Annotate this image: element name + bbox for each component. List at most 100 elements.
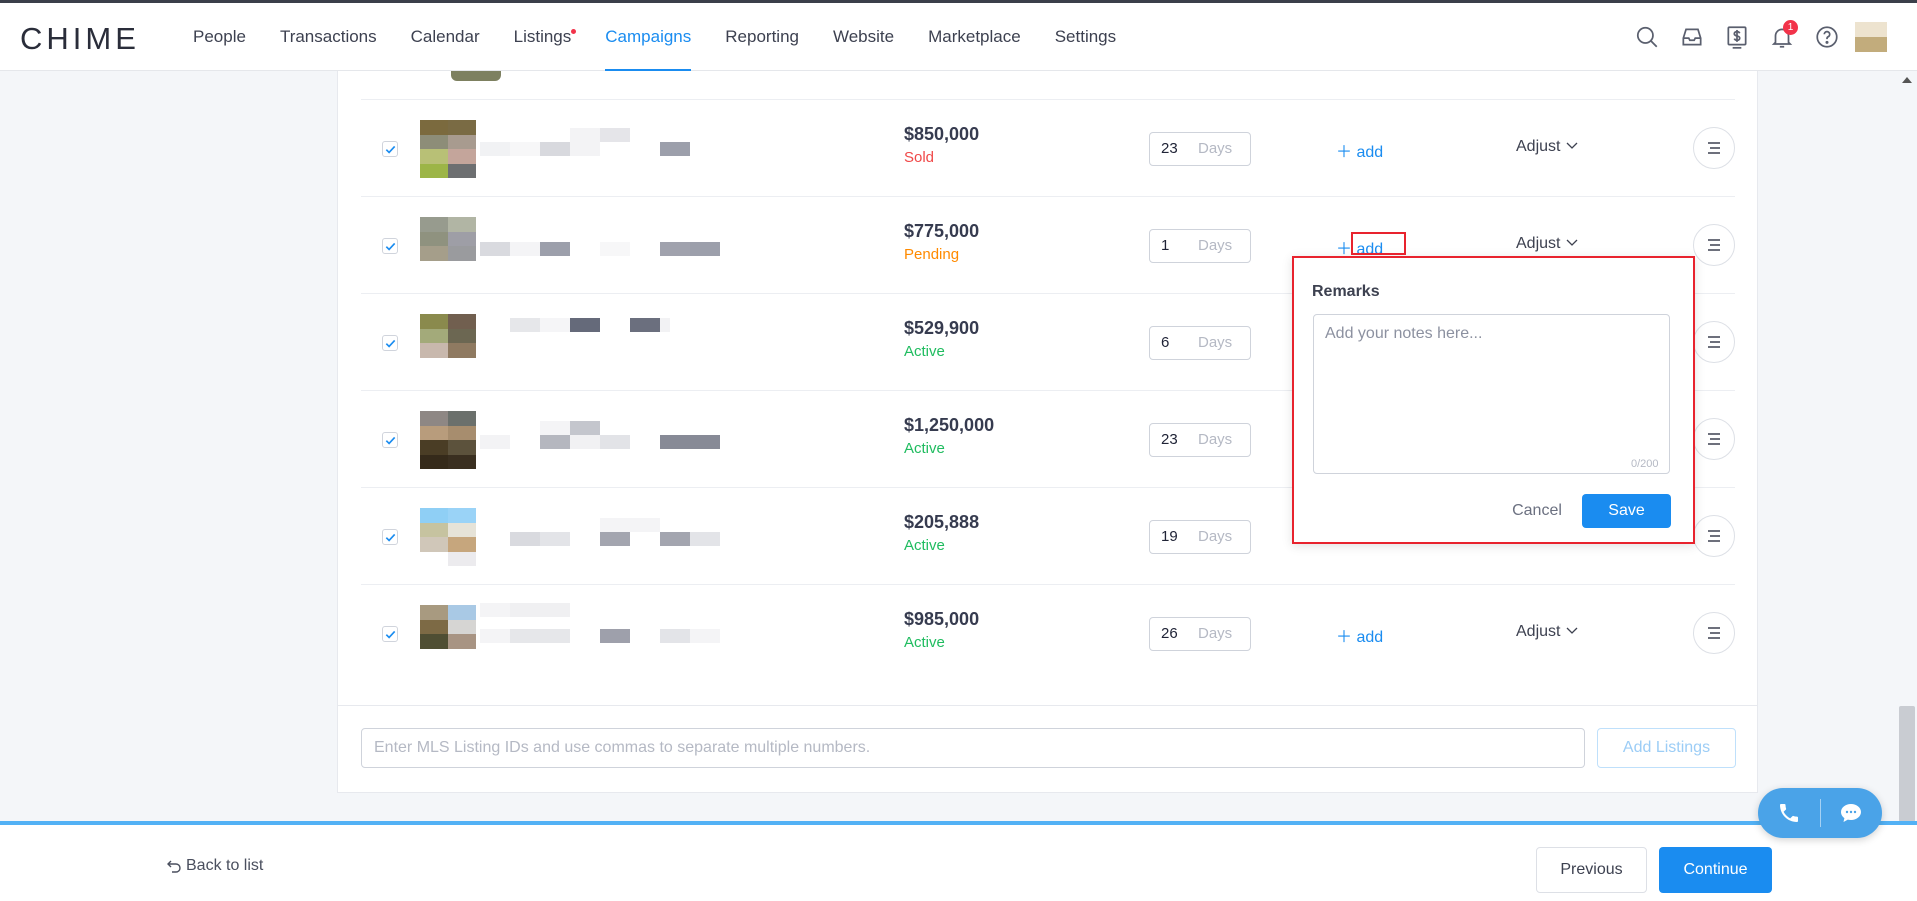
days-unit: Days: [1198, 334, 1233, 351]
listing-status: Pending: [904, 246, 960, 263]
bottom-action-bar: Back to list Previous Continue: [0, 821, 1917, 901]
days-value: 1: [1161, 237, 1170, 254]
top-right-toolbar: 1: [1624, 3, 1917, 71]
cancel-button[interactable]: Cancel: [1497, 494, 1577, 528]
days-input[interactable]: 26 Days: [1149, 617, 1251, 651]
help-icon[interactable]: [1804, 3, 1849, 71]
nav-website[interactable]: Website: [816, 3, 911, 71]
undo-arrow-icon: [167, 860, 181, 873]
chime-logo[interactable]: CHIME: [20, 21, 140, 57]
phone-icon[interactable]: [1758, 788, 1820, 838]
listing-checkbox[interactable]: [382, 529, 398, 545]
contact-widget: [1758, 788, 1882, 838]
adjust-dropdown[interactable]: Adjust: [1516, 138, 1579, 156]
adjust-dropdown[interactable]: Adjust: [1516, 235, 1579, 253]
days-value: 6: [1161, 334, 1170, 351]
continue-button[interactable]: Continue: [1659, 847, 1772, 893]
main-nav: People Transactions Calendar Listings Ca…: [176, 3, 1133, 71]
listing-status: Active: [904, 343, 945, 360]
menu-lines-icon: [1708, 530, 1720, 542]
listing-status: Sold: [904, 149, 935, 166]
save-button[interactable]: Save: [1582, 494, 1671, 528]
listing-price: $775,000: [904, 221, 980, 241]
row-menu-button[interactable]: [1693, 224, 1735, 266]
listing-price: $1,250,000: [904, 415, 995, 435]
adjust-label: Adjust: [1516, 235, 1561, 252]
listing-status: Active: [904, 440, 945, 457]
listing-checkbox[interactable]: [382, 238, 398, 254]
add-label: add: [1356, 629, 1384, 646]
nav-settings[interactable]: Settings: [1038, 3, 1133, 71]
days-unit: Days: [1198, 528, 1233, 545]
mls-listing-ids-input[interactable]: [361, 728, 1585, 768]
listing-photo: [420, 217, 476, 275]
listing-checkbox[interactable]: [382, 626, 398, 642]
remarks-textarea[interactable]: [1313, 314, 1670, 474]
add-label: add: [1356, 144, 1384, 161]
mls-entry-section: Add Listings: [338, 705, 1757, 793]
row-menu-button[interactable]: [1693, 127, 1735, 169]
listing-address-blurred: [480, 128, 630, 142]
adjust-dropdown[interactable]: Adjust: [1516, 623, 1579, 641]
row-menu-button[interactable]: [1693, 515, 1735, 557]
add-remark-link[interactable]: ＋ add: [1336, 138, 1383, 162]
days-input[interactable]: 23 Days: [1149, 423, 1251, 457]
listing-photo: [420, 605, 476, 663]
days-input[interactable]: 1 Days: [1149, 229, 1251, 263]
adjust-label: Adjust: [1516, 623, 1561, 640]
scroll-up-arrow-icon[interactable]: [1902, 77, 1912, 83]
menu-lines-icon: [1708, 433, 1720, 445]
user-avatar[interactable]: [1855, 22, 1887, 52]
nav-reporting[interactable]: Reporting: [708, 3, 816, 71]
listing-address-blurred: [480, 629, 720, 643]
notification-count-badge: 1: [1783, 20, 1798, 35]
chat-bubble-icon[interactable]: [1820, 788, 1882, 838]
listing-price: $529,900: [904, 318, 980, 338]
add-remark-link[interactable]: ＋ add: [1336, 623, 1383, 647]
chevron-down-icon: [1566, 627, 1578, 634]
listing-status: Active: [904, 634, 945, 651]
nav-people[interactable]: People: [176, 3, 263, 71]
add-listings-button[interactable]: Add Listings: [1597, 728, 1736, 768]
days-input[interactable]: 6 Days: [1149, 326, 1251, 360]
days-unit: Days: [1198, 237, 1233, 254]
page-scrollbar[interactable]: [1897, 71, 1917, 822]
nav-campaigns[interactable]: Campaigns: [588, 3, 708, 71]
nav-transactions[interactable]: Transactions: [263, 3, 394, 71]
listing-photo: [420, 314, 476, 372]
row-menu-button[interactable]: [1693, 321, 1735, 363]
billing-dollar-icon[interactable]: [1714, 3, 1759, 71]
row-menu-button[interactable]: [1693, 418, 1735, 460]
search-icon[interactable]: [1624, 3, 1669, 71]
chevron-down-icon: [1566, 142, 1578, 149]
listing-price: $850,000: [904, 124, 980, 144]
scrollbar-thumb[interactable]: [1899, 706, 1915, 822]
chevron-down-icon: [1566, 239, 1578, 246]
nav-calendar[interactable]: Calendar: [394, 3, 497, 71]
previous-button[interactable]: Previous: [1536, 847, 1647, 893]
days-input[interactable]: 19 Days: [1149, 520, 1251, 554]
listing-address-blurred: [480, 142, 690, 156]
listing-photo: [420, 508, 476, 566]
listing-price: $205,888: [904, 512, 980, 532]
listing-address-blurred: [480, 318, 670, 332]
listing-price: $985,000: [904, 609, 980, 629]
nav-listings[interactable]: Listings: [497, 3, 589, 71]
inbox-icon[interactable]: [1669, 3, 1714, 71]
listing-address-blurred: [480, 435, 720, 449]
remarks-title: Remarks: [1312, 283, 1380, 300]
listing-checkbox[interactable]: [382, 432, 398, 448]
days-unit: Days: [1198, 140, 1233, 157]
listing-checkbox[interactable]: [382, 335, 398, 351]
notification-bell-icon[interactable]: 1: [1759, 3, 1804, 71]
row-menu-button[interactable]: [1693, 612, 1735, 654]
days-value: 19: [1161, 528, 1178, 545]
days-input[interactable]: 23 Days: [1149, 132, 1251, 166]
menu-lines-icon: [1708, 336, 1720, 348]
listing-address-blurred: [480, 518, 660, 532]
nav-marketplace[interactable]: Marketplace: [911, 3, 1038, 71]
back-to-list-link[interactable]: Back to list: [166, 857, 263, 875]
character-count: 0/200: [1631, 458, 1659, 470]
listing-checkbox[interactable]: [382, 141, 398, 157]
listing-address-blurred: [480, 532, 720, 546]
